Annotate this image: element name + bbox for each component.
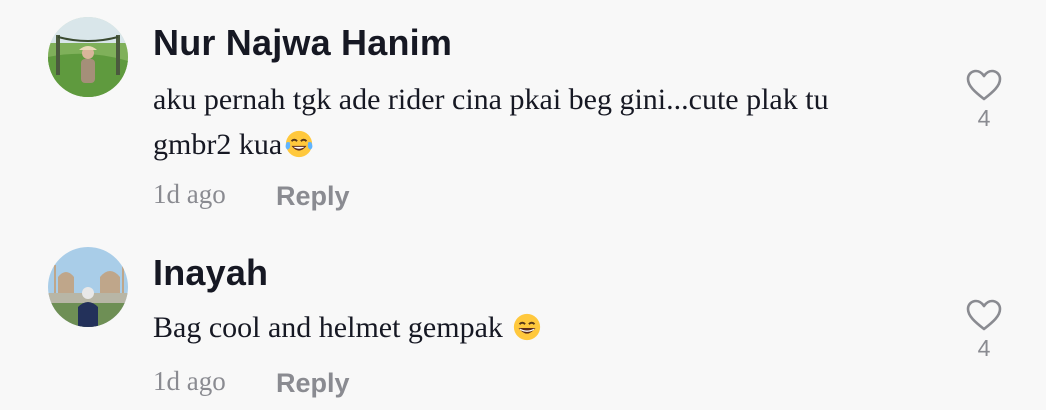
avatar-image-icon <box>48 247 128 327</box>
comment-text: aku pernah tgk ade rider cina pkai beg g… <box>153 77 913 167</box>
comment-timestamp: 1d ago <box>153 179 226 209</box>
comment-author[interactable]: Inayah <box>153 252 268 294</box>
avatar-image-icon <box>48 17 128 97</box>
comment-timestamp: 1d ago <box>153 366 226 396</box>
like-button[interactable]: 4 <box>962 68 1006 132</box>
avatar[interactable] <box>48 17 128 97</box>
grinning-face-icon <box>514 313 541 341</box>
reply-button[interactable]: Reply <box>276 181 350 212</box>
face-with-tears-of-joy-icon <box>285 130 313 158</box>
comment-text: Bag cool and helmet gempak <box>153 305 913 350</box>
comment-item: Inayah Bag cool and helmet gempak 1d ago… <box>0 225 1046 410</box>
reply-button[interactable]: Reply <box>276 368 350 399</box>
like-count: 4 <box>977 335 991 361</box>
like-button[interactable]: 4 <box>962 298 1006 362</box>
comment-author[interactable]: Nur Najwa Hanim <box>153 22 452 64</box>
comment-text-body: aku pernah tgk ade rider cina pkai beg g… <box>153 83 829 161</box>
heart-icon <box>966 299 1002 331</box>
heart-icon <box>966 69 1002 101</box>
avatar[interactable] <box>48 247 128 327</box>
comment-text-body: Bag cool and helmet gempak <box>153 311 511 344</box>
comment-item: Nur Najwa Hanim aku pernah tgk ade rider… <box>0 0 1046 225</box>
like-count: 4 <box>977 105 991 131</box>
